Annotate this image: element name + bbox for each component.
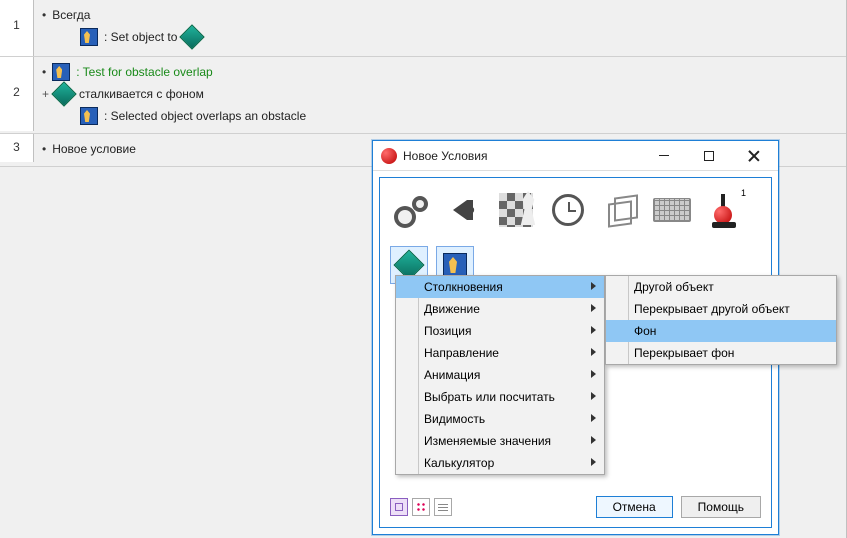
active-object-icon [52, 63, 70, 81]
menu-item-position[interactable]: Позиция [396, 320, 604, 342]
action-text: : Set object to [104, 30, 177, 44]
maximize-icon [704, 151, 714, 161]
menu-label: Столкновения [424, 280, 503, 294]
action-line[interactable]: : Selected object overlaps an obstacle [80, 105, 838, 127]
player1-icon[interactable]: 1 [704, 190, 744, 230]
menu-label: Изменяемые значения [424, 434, 551, 448]
action-text: : Selected object overlaps an obstacle [104, 109, 306, 123]
context-menu-main[interactable]: Столкновения Движение Позиция Направлени… [395, 275, 605, 475]
action-line[interactable]: : Set object to [80, 26, 838, 48]
view-small-button[interactable] [412, 498, 430, 516]
menu-label: Перекрывает фон [634, 346, 734, 360]
condition-text: : Test for obstacle overlap [76, 65, 213, 79]
timer-icon[interactable] [548, 190, 588, 230]
list-icon [438, 503, 448, 511]
bullet-icon [42, 65, 46, 79]
condition-text: Всегда [52, 8, 90, 22]
menu-item-animation[interactable]: Анимация [396, 364, 604, 386]
diamond-object-icon [55, 85, 73, 103]
keyboard-mouse-icon[interactable] [652, 190, 692, 230]
view-mode-buttons [390, 498, 452, 516]
player-number: 1 [741, 188, 746, 198]
special-conditions-icon[interactable] [392, 190, 432, 230]
menu-label: Калькулятор [424, 456, 494, 470]
submenu-arrow-icon [591, 282, 596, 290]
submenu-item-overlap-object[interactable]: Перекрывает другой объект [606, 298, 836, 320]
square-icon [395, 503, 403, 511]
maximize-button[interactable] [686, 142, 731, 170]
minimize-button[interactable] [641, 142, 686, 170]
condition-text: сталкивается с фоном [79, 87, 204, 101]
menu-item-collisions[interactable]: Столкновения [396, 276, 604, 298]
menu-label: Движение [424, 302, 480, 316]
system-objects-row: 1 [390, 188, 761, 232]
dialog-footer: Отмена Помощь [390, 489, 761, 519]
menu-label: Другой объект [634, 280, 714, 294]
menu-item-visibility[interactable]: Видимость [396, 408, 604, 430]
submenu-arrow-icon [591, 304, 596, 312]
close-button[interactable] [731, 142, 776, 170]
menu-item-alterable[interactable]: Изменяемые значения [396, 430, 604, 452]
sound-icon[interactable] [444, 190, 484, 230]
submenu-item-other-object[interactable]: Другой объект [606, 276, 836, 298]
menu-item-movement[interactable]: Движение [396, 298, 604, 320]
storyboard-icon[interactable] [496, 190, 536, 230]
minimize-icon [659, 155, 669, 156]
condition-text: Новое условие [52, 142, 136, 156]
event-row-2[interactable]: 2 : Test for obstacle overlap сталкивает… [0, 57, 846, 134]
menu-label: Анимация [424, 368, 480, 382]
context-menu-sub[interactable]: Другой объект Перекрывает другой объект … [605, 275, 837, 365]
titlebar[interactable]: Новое Условия [373, 141, 778, 171]
submenu-arrow-icon [591, 370, 596, 378]
active-object-icon [80, 28, 98, 46]
menu-item-pick-count[interactable]: Выбрать или посчитать [396, 386, 604, 408]
app-icon [381, 148, 397, 164]
view-large-button[interactable] [390, 498, 408, 516]
close-icon [748, 150, 760, 162]
menu-item-direction[interactable]: Направление [396, 342, 604, 364]
submenu-item-overlap-backdrop[interactable]: Перекрывает фон [606, 342, 836, 364]
row-number: 2 [0, 57, 34, 131]
menu-item-calculator[interactable]: Калькулятор [396, 452, 604, 474]
cancel-button[interactable]: Отмена [596, 496, 673, 518]
submenu-arrow-icon [591, 414, 596, 422]
active-object-icon [80, 107, 98, 125]
condition-line[interactable]: сталкивается с фоном [42, 83, 838, 105]
help-button[interactable]: Помощь [681, 496, 761, 518]
plus-icon [42, 87, 49, 101]
menu-label: Выбрать или посчитать [424, 390, 555, 404]
menu-label: Фон [634, 324, 656, 338]
row-number: 3 [0, 134, 34, 162]
menu-label: Позиция [424, 324, 471, 338]
view-list-button[interactable] [434, 498, 452, 516]
submenu-arrow-icon [591, 392, 596, 400]
row-number: 1 [0, 0, 34, 56]
submenu-arrow-icon [591, 436, 596, 444]
event-row-1[interactable]: 1 Всегда : Set object to [0, 0, 846, 57]
submenu-arrow-icon [591, 326, 596, 334]
menu-label: Направление [424, 346, 499, 360]
submenu-item-backdrop[interactable]: Фон [606, 320, 836, 342]
bullet-icon [42, 142, 46, 156]
menu-label: Видимость [424, 412, 485, 426]
dialog-title: Новое Условия [403, 149, 641, 163]
bullet-icon [42, 8, 46, 22]
dots-icon [416, 502, 426, 512]
submenu-arrow-icon [591, 348, 596, 356]
condition-line[interactable]: : Test for obstacle overlap [42, 61, 838, 83]
create-icon[interactable] [600, 190, 640, 230]
menu-label: Перекрывает другой объект [634, 302, 790, 316]
condition-line[interactable]: Всегда [42, 4, 838, 26]
target-object-icon [183, 28, 201, 46]
submenu-arrow-icon [591, 458, 596, 466]
